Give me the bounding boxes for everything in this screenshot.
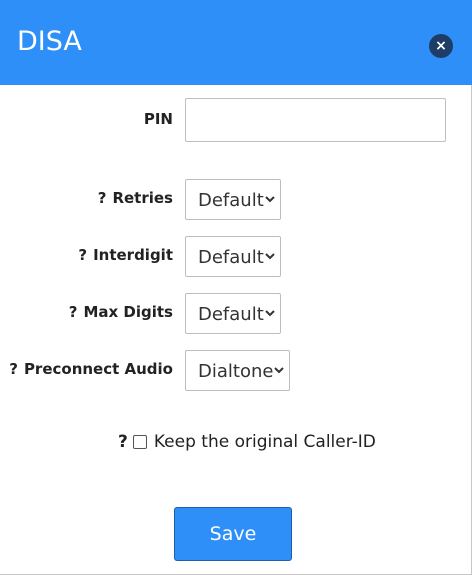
retries-select[interactable]: Default (185, 179, 281, 220)
keep-caller-id-label: Keep the original Caller-ID (153, 432, 376, 452)
interdigit-help-icon[interactable]: ? (78, 246, 87, 264)
chevron-down-icon (265, 253, 275, 260)
pin-label: PIN (144, 110, 173, 128)
preconnect-audio-help-icon[interactable]: ? (9, 360, 18, 378)
chevron-down-icon (265, 310, 275, 317)
interdigit-select[interactable]: Default (185, 236, 281, 277)
dialog-header: DISA × (0, 0, 472, 85)
pin-input[interactable] (185, 98, 446, 142)
chevron-down-icon (274, 367, 284, 374)
preconnect-audio-select[interactable]: Dialtone (185, 350, 290, 391)
max-digits-label: ? Max Digits (69, 303, 173, 321)
preconnect-audio-label: ? Preconnect Audio (9, 360, 173, 378)
pin-label-text: PIN (143, 110, 173, 128)
keep-caller-id-row: ? Keep the original Caller-ID (118, 432, 376, 452)
close-icon: × (435, 38, 447, 54)
max-digits-select-value: Default (198, 304, 264, 325)
retries-help-icon[interactable]: ? (98, 189, 107, 207)
preconnect-audio-label-text: Preconnect Audio (23, 360, 173, 378)
dialog-title: DISA (17, 26, 82, 57)
retries-label: ? Retries (98, 189, 173, 207)
max-digits-label-text: Max Digits (83, 303, 173, 321)
preconnect-audio-select-value: Dialtone (198, 361, 274, 382)
keep-caller-id-help-icon[interactable]: ? (118, 432, 128, 452)
interdigit-select-value: Default (198, 247, 264, 268)
interdigit-label: ? Interdigit (78, 246, 173, 264)
max-digits-help-icon[interactable]: ? (69, 303, 78, 321)
chevron-down-icon (265, 196, 275, 203)
retries-select-value: Default (198, 190, 264, 211)
max-digits-select[interactable]: Default (185, 293, 281, 334)
retries-label-text: Retries (112, 189, 173, 207)
disa-dialog: DISA × PIN ? Retries Default ? Interdigit … (0, 0, 472, 575)
close-button[interactable]: × (429, 34, 453, 58)
save-button[interactable]: Save (174, 507, 292, 561)
interdigit-label-text: Interdigit (93, 246, 173, 264)
keep-caller-id-checkbox[interactable] (132, 435, 147, 449)
